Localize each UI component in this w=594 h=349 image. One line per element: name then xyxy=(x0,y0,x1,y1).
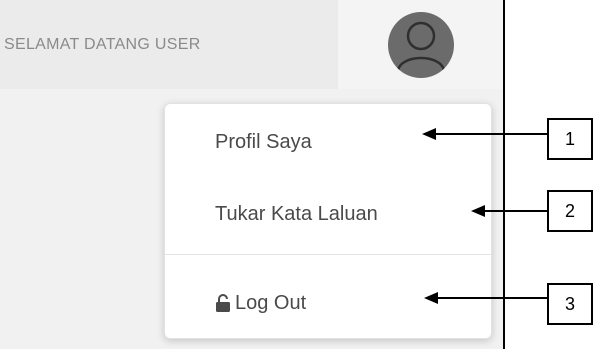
menu-item-tukar-kata-laluan[interactable]: Tukar Kata Laluan xyxy=(165,184,491,244)
menu-item-label: Tukar Kata Laluan xyxy=(215,202,378,225)
callout-3-arrowhead xyxy=(424,292,438,304)
callout-3-box: 3 xyxy=(547,283,593,325)
menu-item-log-out[interactable]: Log Out xyxy=(165,273,491,333)
unlock-icon xyxy=(215,294,231,312)
user-avatar-icon[interactable] xyxy=(387,11,454,78)
callout-2-box: 2 xyxy=(547,190,593,232)
callout-3-number: 3 xyxy=(564,293,575,314)
user-menu-toggle[interactable] xyxy=(338,0,503,89)
callout-1-number: 1 xyxy=(564,128,575,149)
menu-divider xyxy=(165,254,491,255)
top-header: SELAMAT DATANG USER xyxy=(0,0,503,89)
user-dropdown-menu: Profil Saya Tukar Kata Laluan Log Out xyxy=(164,103,492,339)
callout-1-arrow xyxy=(436,133,547,135)
callout-2-arrowhead xyxy=(471,205,485,217)
menu-item-profil-saya[interactable]: Profil Saya xyxy=(165,112,491,172)
callout-1-box: 1 xyxy=(547,118,593,160)
menu-item-label: Profil Saya xyxy=(215,130,312,153)
welcome-text: SELAMAT DATANG USER xyxy=(0,0,338,89)
callout-3-arrow xyxy=(438,297,547,299)
callout-1-arrowhead xyxy=(422,128,436,140)
callout-2-arrow xyxy=(485,210,547,212)
callout-2-number: 2 xyxy=(564,200,575,221)
menu-item-label: Log Out xyxy=(235,291,307,314)
